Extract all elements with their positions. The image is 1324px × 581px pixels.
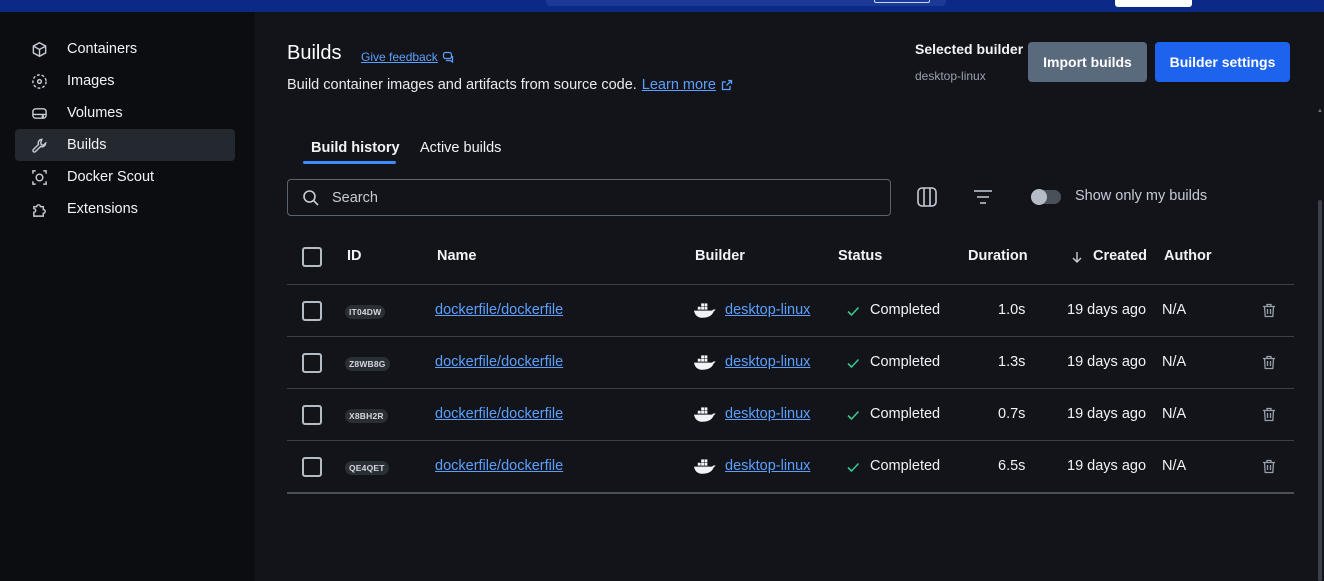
active-tab-indicator: [303, 161, 396, 164]
sidebar-item-label: Extensions: [67, 201, 138, 217]
column-header-status[interactable]: Status: [838, 248, 882, 264]
docker-whale-icon: [693, 457, 716, 475]
sidebar-item-label: Volumes: [67, 105, 123, 121]
status-text: Completed: [870, 302, 941, 318]
status-text: Completed: [870, 354, 941, 370]
check-icon: [846, 408, 860, 422]
trash-icon[interactable]: [1262, 355, 1276, 370]
row-divider: [287, 336, 1294, 337]
column-header-author[interactable]: Author: [1164, 248, 1212, 264]
learn-more-link[interactable]: Learn more: [642, 77, 733, 93]
main-panel: [255, 12, 1316, 581]
sidebar-item-extensions[interactable]: Extensions: [15, 193, 235, 225]
builder-link[interactable]: desktop-linux: [725, 406, 810, 422]
sidebar-item-images[interactable]: Images: [15, 65, 235, 97]
author-text: N/A: [1162, 406, 1187, 422]
status-text: Completed: [870, 458, 941, 474]
column-header-builder[interactable]: Builder: [695, 248, 745, 264]
build-name-link[interactable]: dockerfile/dockerfile: [435, 406, 563, 422]
build-name-link[interactable]: dockerfile/dockerfile: [435, 458, 563, 474]
images-icon: [30, 72, 48, 90]
select-all-checkbox[interactable]: [302, 247, 322, 267]
check-icon: [846, 356, 860, 370]
author-text: N/A: [1162, 458, 1187, 474]
trash-icon[interactable]: [1262, 459, 1276, 474]
give-feedback-label: Give feedback: [361, 50, 438, 64]
wrench-icon: [30, 136, 48, 154]
search-input[interactable]: [332, 189, 872, 206]
created-text: 19 days ago: [1067, 354, 1147, 370]
tab-active-builds[interactable]: Active builds: [420, 140, 501, 156]
row-checkbox[interactable]: [302, 405, 322, 425]
sidebar-item-builds[interactable]: Builds: [15, 129, 235, 161]
created-text: 19 days ago: [1067, 458, 1147, 474]
builder-link[interactable]: desktop-linux: [725, 302, 810, 318]
builder-link[interactable]: desktop-linux: [725, 354, 810, 370]
build-name-link[interactable]: dockerfile/dockerfile: [435, 302, 563, 318]
author-text: N/A: [1162, 302, 1187, 318]
row-checkbox[interactable]: [302, 353, 322, 373]
build-id-badge: IT04DW: [345, 305, 386, 319]
sidebar-item-docker-scout[interactable]: Docker Scout: [15, 161, 235, 193]
search-icon: [303, 189, 319, 206]
column-header-id[interactable]: ID: [347, 248, 362, 264]
created-text: 19 days ago: [1067, 406, 1147, 422]
duration-text: 1.0s: [998, 302, 1026, 318]
row-divider: [287, 388, 1294, 389]
build-id-badge: QE4QET: [345, 461, 389, 475]
learn-more-label: Learn more: [641, 77, 716, 93]
my-builds-toggle-label: Show only my builds: [1075, 188, 1208, 204]
external-link-icon: [721, 79, 733, 91]
my-builds-toggle[interactable]: [1031, 189, 1061, 205]
created-text: 19 days ago: [1067, 302, 1147, 318]
columns-icon[interactable]: [916, 186, 938, 208]
volume-icon: [30, 104, 48, 122]
trash-icon[interactable]: [1262, 303, 1276, 318]
selected-builder-value: desktop-linux: [915, 69, 986, 83]
docker-whale-icon: [693, 405, 716, 423]
table-row[interactable]: QE4QET dockerfile/dockerfile desktop-linux…: [0, 0, 1324, 477]
subtitle-text: Build container images and artifacts fro…: [287, 77, 637, 93]
scroll-up-icon[interactable]: ▲: [1316, 108, 1324, 116]
sidebar-item-label: Images: [67, 73, 115, 89]
puzzle-icon: [30, 200, 48, 218]
duration-text: 0.7s: [998, 406, 1026, 422]
build-name-link[interactable]: dockerfile/dockerfile: [435, 354, 563, 370]
check-icon: [846, 304, 860, 318]
column-header-duration[interactable]: Duration: [968, 248, 1028, 264]
sidebar-item-label: Docker Scout: [67, 169, 155, 185]
column-header-created[interactable]: Created: [1093, 248, 1147, 264]
duration-text: 1.3s: [998, 354, 1026, 370]
give-feedback-link[interactable]: Give feedback: [361, 50, 454, 64]
trash-icon[interactable]: [1262, 407, 1276, 422]
build-id-badge: Z8WB8G: [345, 357, 390, 371]
docker-whale-icon: [693, 301, 716, 319]
check-icon: [846, 460, 860, 474]
search-field[interactable]: [287, 179, 891, 216]
docker-whale-icon: [693, 353, 716, 371]
table-divider: [287, 284, 1294, 285]
author-text: N/A: [1162, 354, 1187, 370]
scout-icon: [30, 168, 48, 186]
chat-icon: [442, 51, 453, 63]
table-bottom-border: [287, 492, 1294, 494]
filter-icon[interactable]: [972, 186, 994, 208]
builder-link[interactable]: desktop-linux: [725, 458, 810, 474]
sidebar-item-label: Builds: [67, 137, 107, 153]
sort-descending-icon[interactable]: [1070, 250, 1084, 264]
page-subtitle: Build container images and artifacts fro…: [287, 77, 733, 93]
row-divider: [287, 440, 1294, 441]
status-text: Completed: [870, 406, 941, 422]
row-checkbox[interactable]: [302, 457, 322, 477]
row-checkbox[interactable]: [302, 301, 322, 321]
sidebar-item-volumes[interactable]: Volumes: [15, 97, 235, 129]
toggle-knob: [1031, 189, 1047, 205]
duration-text: 6.5s: [998, 458, 1026, 474]
column-header-name[interactable]: Name: [437, 248, 477, 264]
scrollbar-thumb[interactable]: [1318, 200, 1322, 581]
build-id-badge: X8BH2R: [345, 409, 388, 423]
tab-build-history[interactable]: Build history: [311, 140, 400, 156]
